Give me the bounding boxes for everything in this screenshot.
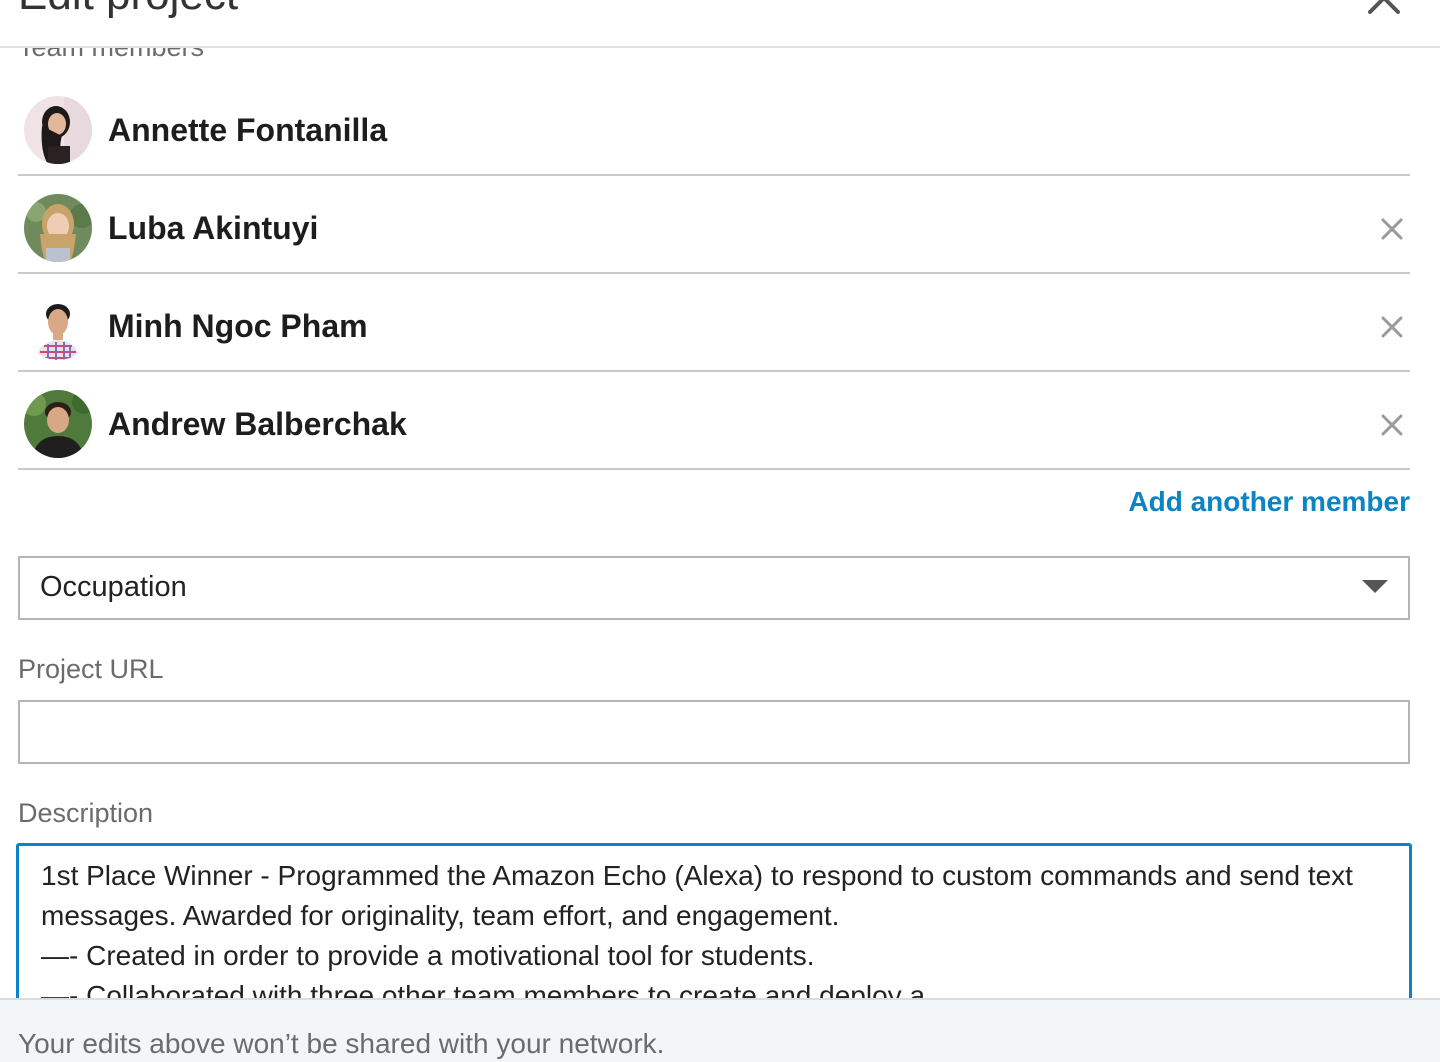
description-line: —- Created in order to provide a motivat…	[41, 940, 815, 971]
description-line: 1st Place Winner - Programmed the Amazon…	[41, 860, 1353, 891]
project-url-label: Project URL	[18, 654, 164, 684]
member-name: Minh Ngoc Pham	[108, 308, 368, 344]
avatar	[24, 292, 92, 360]
remove-member-button[interactable]	[1380, 413, 1404, 437]
member-row: Annette Fontanilla	[18, 78, 1410, 176]
privacy-note: Your edits above won’t be shared with yo…	[18, 1028, 665, 1059]
project-url-input[interactable]	[18, 700, 1410, 764]
remove-member-button[interactable]	[1380, 315, 1404, 339]
description-textarea[interactable]: 1st Place Winner - Programmed the Amazon…	[16, 843, 1412, 998]
member-row: Minh Ngoc Pham	[18, 274, 1410, 372]
description-label: Description	[18, 798, 154, 828]
remove-member-button[interactable]	[1380, 217, 1404, 241]
occupation-select[interactable]: Occupation	[18, 556, 1410, 620]
modal-title: Edit project	[18, 0, 238, 20]
avatar	[24, 194, 92, 262]
team-members-label: Team members	[18, 48, 204, 63]
caret-down-icon	[1362, 580, 1388, 599]
close-icon	[1368, 0, 1400, 14]
modal-footer: Your edits above won’t be shared with yo…	[0, 998, 1440, 1062]
close-button[interactable]	[1360, 0, 1408, 22]
member-row: Andrew Balberchak	[18, 372, 1410, 470]
modal-body[interactable]: Team members Annette Fontanilla	[0, 48, 1440, 998]
remove-member-icon	[1381, 414, 1403, 436]
remove-member-icon	[1381, 316, 1403, 338]
description-line: messages. Awarded for originality, team …	[41, 900, 840, 931]
occupation-select-value: Occupation	[40, 571, 187, 603]
remove-member-icon	[1381, 218, 1403, 240]
modal-header: Edit project	[0, 0, 1440, 48]
member-name: Andrew Balberchak	[108, 406, 407, 442]
description-line: —- Collaborated with three other team me…	[41, 980, 926, 998]
member-name: Annette Fontanilla	[108, 112, 388, 148]
avatar	[24, 96, 92, 164]
member-row: Luba Akintuyi	[18, 176, 1410, 274]
member-name: Luba Akintuyi	[108, 210, 319, 246]
add-member-button[interactable]: Add another member	[1128, 486, 1410, 518]
avatar	[24, 390, 92, 458]
